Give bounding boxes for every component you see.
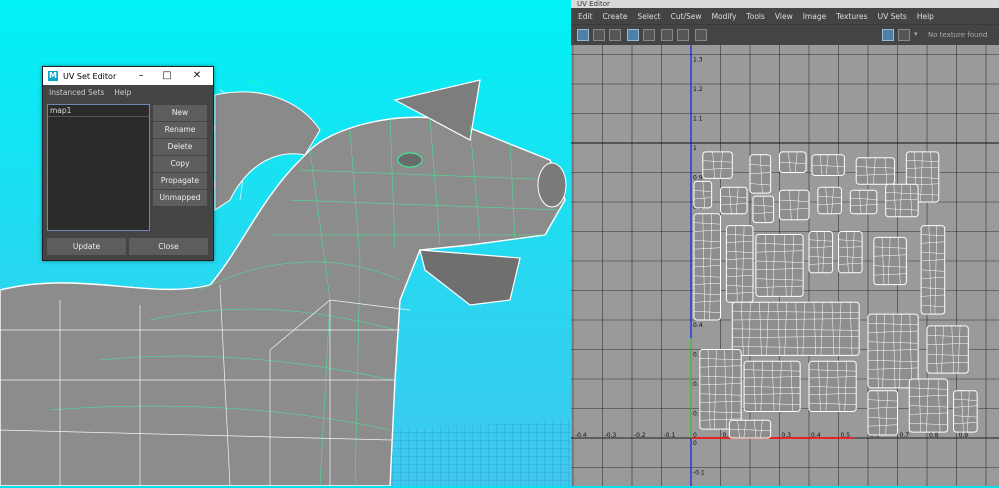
menu-view[interactable]: View (770, 12, 798, 21)
uv-shell (699, 349, 742, 430)
uv-editor-panel[interactable]: UV Editor Edit Create Select Cut/Sew Mod… (571, 0, 999, 486)
menu-help[interactable]: Help (114, 88, 131, 97)
uv-grid-canvas[interactable]: -0.4-0.3-0.2-0.100.10.20.30.40.50.60.70.… (571, 45, 999, 486)
y-tick-label: 0.9 (693, 175, 703, 182)
y-tick-label: 1.3 (693, 57, 703, 64)
rename-button[interactable]: Rename (153, 122, 207, 138)
delete-button[interactable]: Delete (153, 139, 207, 155)
menu-modify[interactable]: Modify (707, 12, 742, 21)
uv-shell (838, 231, 863, 274)
uv-shell (817, 186, 842, 215)
x-tick-label: 0.3 (782, 432, 792, 439)
image-display-icon[interactable] (882, 29, 894, 41)
maximize-icon[interactable]: □ (154, 67, 180, 85)
x-tick-label: 0.5 (841, 432, 851, 439)
x-tick-label: -0.3 (605, 432, 617, 439)
uv-set-item-map1[interactable]: map1 (48, 105, 149, 117)
uv-set-editor-titlebar[interactable]: M UV Set Editor – □ ✕ (43, 67, 213, 85)
minimize-icon[interactable]: – (128, 67, 154, 85)
copy-button[interactable]: Copy (153, 156, 207, 172)
uv-shell (953, 390, 978, 433)
uv-shell (752, 195, 775, 224)
y-tick-label: 1.1 (693, 116, 703, 123)
uv-shell (867, 390, 898, 436)
close-button[interactable]: Close (129, 238, 208, 255)
texture-status: No texture found (928, 31, 988, 39)
menu-cut-sew[interactable]: Cut/Sew (666, 12, 707, 21)
checker-icon[interactable] (661, 29, 673, 41)
update-button[interactable]: Update (47, 238, 126, 255)
uv-editor-menubar: Edit Create Select Cut/Sew Modify Tools … (571, 8, 999, 24)
camera-icon[interactable] (695, 29, 707, 41)
x-tick-label: -0.4 (575, 432, 587, 439)
y-tick-label: 1.2 (693, 86, 703, 93)
unmapped-button[interactable]: Unmapped (153, 190, 207, 206)
x-tick-label: 0 (693, 432, 697, 439)
table-icon[interactable] (643, 29, 655, 41)
menu-tools[interactable]: Tools (741, 12, 769, 21)
shade-icon[interactable] (677, 29, 689, 41)
uv-shell (702, 151, 733, 179)
close-icon[interactable]: ✕ (184, 67, 210, 85)
menu-select[interactable]: Select (632, 12, 665, 21)
uv-set-editor-window[interactable]: M UV Set Editor – □ ✕ Instanced Sets Hel… (42, 66, 214, 261)
menu-textures[interactable]: Textures (831, 12, 872, 21)
uv-shell (849, 189, 878, 215)
uv-shell (855, 157, 896, 185)
uv-set-editor-menubar: Instanced Sets Help (43, 85, 213, 99)
uv-editor-titlebar[interactable]: UV Editor (571, 0, 999, 8)
menu-image[interactable]: Image (798, 12, 832, 21)
uv-shell (725, 225, 754, 303)
uv-shell (873, 236, 907, 286)
propagate-button[interactable]: Propagate (153, 173, 207, 189)
menu-instanced-sets[interactable]: Instanced Sets (49, 88, 104, 97)
uv-shell (779, 189, 810, 221)
uv-set-editor-title: UV Set Editor (63, 71, 117, 81)
y-tick-label: 0 (693, 440, 697, 447)
x-tick-label: 0.9 (959, 432, 969, 439)
dropdown-arrow-icon[interactable]: ▾ (914, 30, 918, 38)
frame-icon[interactable] (627, 29, 639, 41)
uv-shell (808, 231, 834, 274)
uv-editor-toolbar: ▾ No texture found (571, 24, 999, 46)
menu-help[interactable]: Help (912, 12, 939, 21)
grid-toggle-icon[interactable] (577, 29, 589, 41)
y-tick-label: 0.4 (693, 322, 703, 329)
y-tick-label: 1 (693, 145, 697, 152)
uv-shell (926, 325, 969, 374)
menu-edit[interactable]: Edit (573, 12, 598, 21)
maya-logo-icon: M (48, 71, 58, 81)
stack-icon[interactable] (609, 29, 621, 41)
x-tick-label: 0.8 (929, 432, 939, 439)
new-button[interactable]: New (153, 105, 207, 121)
x-tick-label: -0.1 (664, 432, 676, 439)
uv-shell (720, 186, 748, 215)
uv-shell (693, 180, 713, 209)
x-tick-label: -0.2 (634, 432, 646, 439)
y-tick-label: -0.1 (693, 470, 705, 477)
dim-image-icon[interactable] (898, 29, 910, 41)
uv-set-list[interactable]: map1 (47, 104, 150, 231)
x-tick-label: 0.7 (900, 432, 910, 439)
menu-uv-sets[interactable]: UV Sets (873, 12, 912, 21)
x-tick-label: 0.4 (811, 432, 821, 439)
menu-create[interactable]: Create (598, 12, 633, 21)
snap-icon[interactable] (593, 29, 605, 41)
